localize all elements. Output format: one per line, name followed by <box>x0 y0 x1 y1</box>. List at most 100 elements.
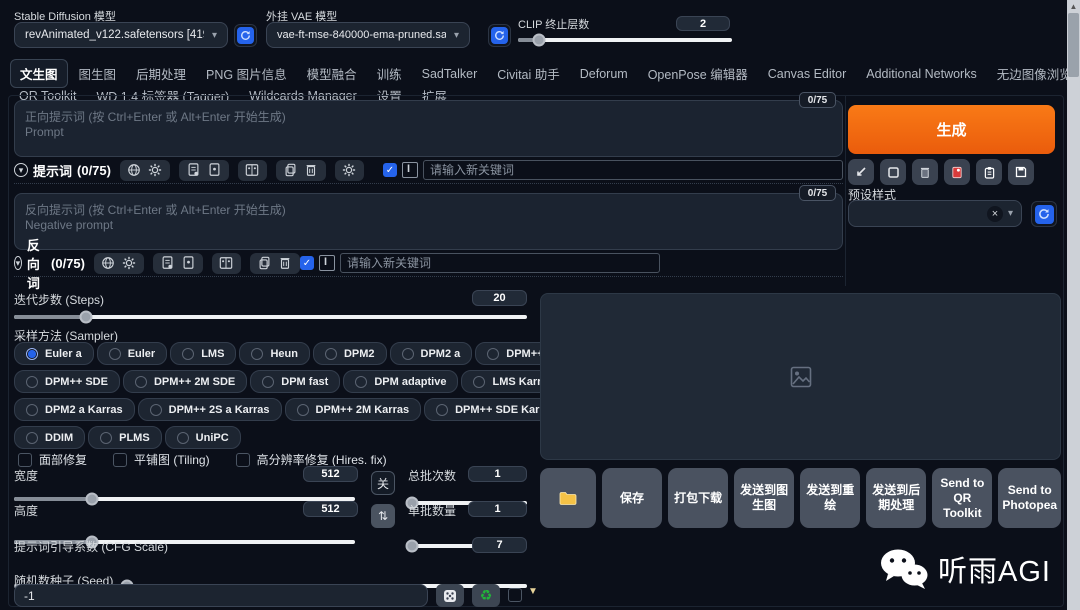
clip-skip-label: CLIP 终止层数 <box>518 19 590 31</box>
extra-networks-icon[interactable] <box>245 163 260 178</box>
negative-toolbar-title[interactable]: ▾ 反向词 (0/75) <box>14 235 85 292</box>
sampler-option[interactable]: DPM fast <box>250 370 341 393</box>
sampler-option[interactable]: PLMS <box>88 426 162 449</box>
settings-gear-icon[interactable] <box>148 163 163 178</box>
settings-gear-icon[interactable] <box>122 256 137 271</box>
sampler-option[interactable]: LMS <box>170 342 237 365</box>
width-slider[interactable] <box>14 492 355 506</box>
sampler-option[interactable]: DPM2 a <box>389 342 473 365</box>
steps-label: 迭代步数 (Steps) <box>14 293 105 307</box>
positive-prompt-input[interactable] <box>14 100 843 157</box>
keyword-enable-checkbox[interactable]: ✓ <box>383 163 397 177</box>
clear-styles-icon[interactable]: × <box>986 205 1003 222</box>
sampler-option[interactable]: DPM adaptive <box>343 370 459 393</box>
text-cursor-icon <box>402 162 418 178</box>
send-to-img2img-button[interactable]: 发送到图生图 <box>734 468 795 528</box>
steps-slider[interactable] <box>14 310 527 324</box>
new-keyword-input[interactable] <box>339 253 660 273</box>
scroll-up-icon[interactable]: ▲ <box>1067 0 1080 13</box>
scrollbar-thumb[interactable] <box>1068 13 1079 77</box>
send-to-qr-toolkit-button[interactable]: Send to QR Toolkit <box>932 468 993 528</box>
aspect-ratio-lock-button[interactable]: 关 <box>371 471 395 495</box>
seed-input[interactable] <box>14 584 428 607</box>
tab-civitai-helper[interactable]: Civitai 助手 <box>488 60 569 87</box>
sampler-option[interactable]: UniPC <box>164 426 241 449</box>
tab-openpose-editor[interactable]: OpenPose 编辑器 <box>639 60 757 87</box>
sampler-option[interactable]: Heun <box>239 342 310 365</box>
negative-prompt-input[interactable] <box>14 193 843 250</box>
sampler-option[interactable]: DPM++ 2S a Karras <box>137 398 282 421</box>
cfg-scale-value[interactable]: 7 <box>472 537 527 553</box>
radio-icon <box>401 347 414 360</box>
random-seed-dice-button[interactable] <box>436 584 464 607</box>
clip-skip-slider[interactable] <box>518 33 732 47</box>
sampler-option[interactable]: DPM2 a Karras <box>14 398 135 421</box>
radio-icon <box>262 375 275 388</box>
sampler-option[interactable]: DPM++ 2M SDE <box>122 370 248 393</box>
sd-model-select[interactable]: revAnimated_v122.safetensors [4199bcdd14… <box>14 22 228 48</box>
vae-select[interactable]: vae-ft-mse-840000-ema-pruned.safetensors… <box>266 22 470 48</box>
translate-globe-icon[interactable] <box>101 256 116 271</box>
tagcomplete-gear-icon[interactable] <box>342 163 357 178</box>
batch-count-value[interactable]: 1 <box>468 466 527 482</box>
prompt-template-icon[interactable] <box>160 256 175 271</box>
copy-prompt-icon[interactable] <box>283 163 298 178</box>
extra-networks-red-card-button[interactable] <box>944 159 970 185</box>
new-keyword-input[interactable] <box>423 160 843 180</box>
styles-dropdown[interactable]: × ▾ <box>848 200 1022 227</box>
tiling-option[interactable]: 平铺图 (Tiling) <box>113 451 210 468</box>
translate-globe-icon[interactable] <box>127 163 142 178</box>
sampler-option[interactable]: DPM++ SDE <box>14 370 120 393</box>
clear-prompt-trash-icon[interactable] <box>278 256 293 271</box>
arrow-restore-params-button[interactable] <box>848 159 874 185</box>
output-image-panel <box>540 293 1061 460</box>
save-style-floppy-button[interactable] <box>1008 159 1034 185</box>
height-label: 高度 <box>14 504 39 518</box>
sampler-option[interactable]: Euler a <box>14 342 94 365</box>
clear-prompt-trash-button[interactable] <box>912 159 938 185</box>
send-to-extras-button[interactable]: 发送到后期处理 <box>866 468 927 528</box>
sampler-option[interactable]: DPM2 <box>312 342 387 365</box>
empty-square-button[interactable] <box>880 159 906 185</box>
clip-skip-value[interactable]: 2 <box>676 16 730 31</box>
positive-token-counter: 0/75 <box>799 92 836 108</box>
batch-size-value[interactable]: 1 <box>468 501 527 517</box>
seed-extra-caret-icon[interactable]: ▼ <box>528 586 538 597</box>
restore-faces-option[interactable]: 面部修复 <box>18 451 87 468</box>
tab-additional-networks[interactable]: Additional Networks <box>857 63 985 85</box>
height-value[interactable]: 512 <box>303 501 358 517</box>
copy-prompt-icon[interactable] <box>257 256 272 271</box>
generate-button[interactable]: 生成 <box>848 105 1055 154</box>
save-button[interactable]: 保存 <box>602 468 663 528</box>
checkbox-icon <box>113 452 128 467</box>
open-folder-button[interactable] <box>540 468 596 528</box>
width-value[interactable]: 512 <box>303 466 358 482</box>
save-style-bookmark-icon[interactable] <box>207 163 222 178</box>
styles-refresh-button[interactable] <box>1031 201 1057 227</box>
reuse-seed-recycle-button[interactable]: ♻ <box>472 584 500 607</box>
vae-refresh-button[interactable] <box>488 24 511 47</box>
page-scrollbar[interactable]: ▲ <box>1067 0 1080 610</box>
paste-clipboard-button[interactable] <box>976 159 1002 185</box>
save-style-bookmark-icon[interactable] <box>181 256 196 271</box>
steps-value[interactable]: 20 <box>472 290 527 306</box>
positive-toolbar-title[interactable]: ▾ 提示词 (0/75) <box>14 161 111 180</box>
clear-prompt-trash-icon[interactable] <box>304 163 319 178</box>
tab-deforum[interactable]: Deforum <box>571 63 637 85</box>
keyword-enable-checkbox[interactable]: ✓ <box>299 256 314 270</box>
extra-seed-checkbox[interactable] <box>508 588 522 602</box>
prompt-template-icon[interactable] <box>186 163 201 178</box>
send-to-photopea-button[interactable]: Send to Photopea <box>998 468 1062 528</box>
checkbox-icon <box>235 452 250 467</box>
zip-download-button[interactable]: 打包下载 <box>668 468 729 528</box>
sampler-option[interactable]: DDIM <box>14 426 86 449</box>
extra-networks-icon[interactable] <box>219 256 234 271</box>
tab-canvas-editor[interactable]: Canvas Editor <box>759 63 856 85</box>
sampler-option[interactable]: DPM++ 2M Karras <box>284 398 422 421</box>
send-to-inpaint-button[interactable]: 发送到重绘 <box>800 468 861 528</box>
dice-icon <box>444 589 456 602</box>
negative-toolbar-count: (0/75) <box>51 255 85 271</box>
sampler-option[interactable]: Euler <box>96 342 168 365</box>
swap-dimensions-button[interactable]: ⇅ <box>371 504 395 528</box>
sd-model-refresh-button[interactable] <box>234 24 257 47</box>
